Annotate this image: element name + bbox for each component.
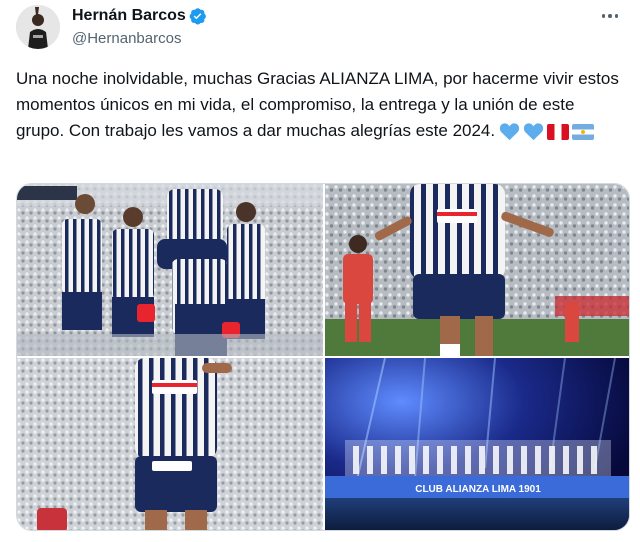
blue-heart-icon (499, 122, 520, 141)
player-running-photo[interactable] (325, 184, 629, 356)
media-grid: CLUB ALIANZA LIMA 1901 (16, 183, 630, 531)
team-stage-photo[interactable]: CLUB ALIANZA LIMA 1901 (325, 358, 629, 530)
stage-banner-text: CLUB ALIANZA LIMA 1901 (415, 484, 541, 495)
dot (601, 14, 606, 18)
verified-badge-icon (189, 7, 207, 25)
dot (614, 14, 619, 18)
player-back-photo[interactable] (17, 358, 323, 530)
team-celebration-photo[interactable] (17, 184, 323, 356)
emoji-group (499, 122, 595, 141)
argentina-flag-icon (572, 123, 595, 140)
avatar[interactable] (16, 5, 60, 49)
peru-flag-icon (547, 123, 570, 140)
blue-heart-icon (523, 122, 544, 141)
tweet-text: Una noche inolvidable, muchas Gracias AL… (16, 66, 626, 144)
tweet-card: Hernán Barcos @Hernanbarcos Una noche in… (0, 0, 640, 542)
dot (608, 14, 612, 18)
author-name[interactable]: Hernán Barcos (72, 7, 186, 25)
author-handle[interactable]: @Hernanbarcos (72, 30, 181, 47)
author-name-row: Hernán Barcos (72, 7, 207, 25)
profile-photo-icon (16, 5, 60, 49)
more-options-icon[interactable] (598, 6, 622, 26)
